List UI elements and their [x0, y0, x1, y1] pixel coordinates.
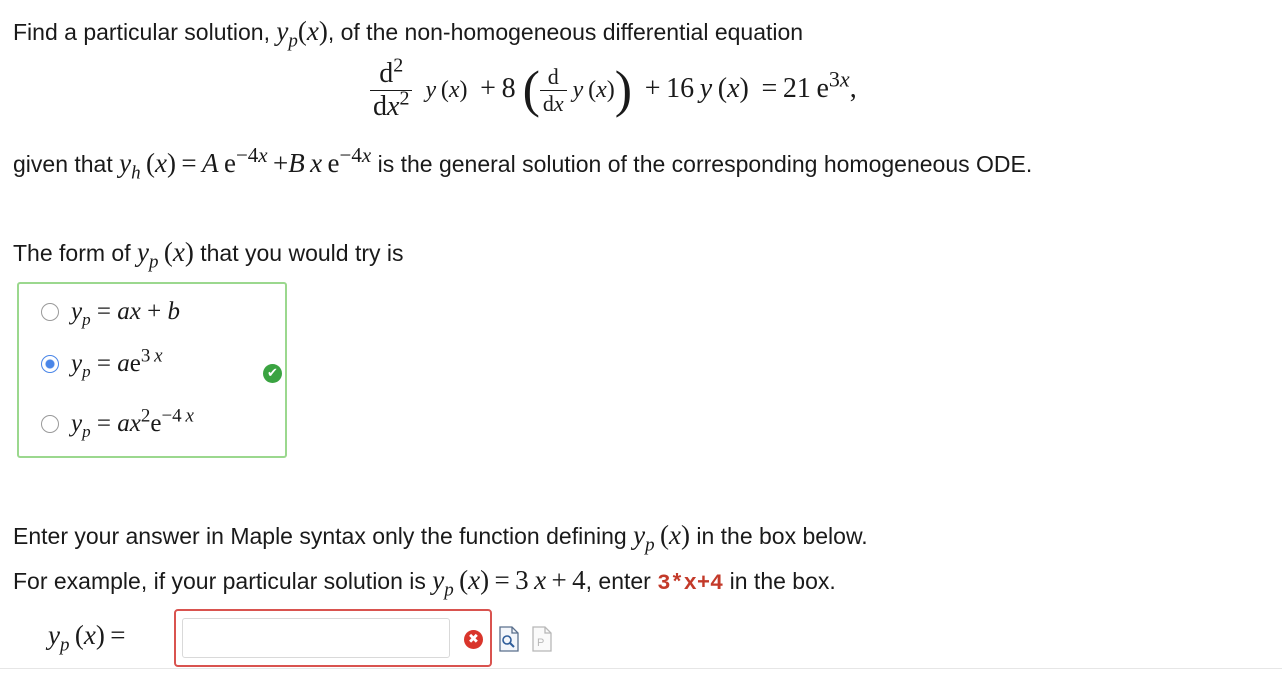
preview-document-icon[interactable]	[498, 626, 520, 652]
answer-label: yp (x) =	[48, 620, 126, 656]
given-prefix: given that	[13, 151, 120, 177]
first-derivative-operator: d dx	[539, 64, 567, 117]
choice-option-1[interactable]: yp = ax + b	[41, 298, 180, 329]
check-circle-icon: ✔	[263, 364, 282, 383]
math-yp-of-x: yp(x)	[276, 16, 328, 52]
y-coefficient: 16	[666, 72, 695, 104]
choice-option-3[interactable]: yp = ax2e−4 x	[41, 405, 194, 441]
choice-group: yp = ax + b yp = ae3 x yp = ax2e−4 x ✔	[17, 282, 287, 458]
answer-input-container	[174, 609, 492, 667]
differential-equation: d2 dx2 y (x) + 8 ( d dx y (x)) + 16 y (x…	[370, 56, 857, 123]
first-derivative-coefficient: 8	[501, 72, 516, 104]
instruction-1-after: in the box below.	[689, 523, 868, 549]
instruction-2-mid: , enter	[585, 568, 658, 594]
svg-text:P: P	[537, 637, 544, 649]
choice-label: yp = ax2e−4 x	[71, 405, 194, 441]
instruction-1-before: Enter your answer in Maple syntax only t…	[13, 523, 634, 549]
choice-option-2[interactable]: yp = ae3 x	[41, 345, 163, 381]
form-prompt: The form of yp (x) that you would try is	[13, 237, 404, 273]
prompt-line-1-before: Find a particular solution,	[13, 19, 277, 45]
math-homogeneous-solution: yh (x) = A e−4x +B x e−4x	[119, 143, 372, 184]
example-code: 3*x+4	[657, 571, 724, 596]
answer-input[interactable]	[182, 618, 450, 658]
form-prompt-after: that you would try is	[193, 240, 404, 266]
radio-button-selected[interactable]	[41, 355, 59, 373]
math-example-solution: yp (x) = 3 x + 4	[432, 565, 586, 601]
prompt-line-1-after: , of the non-homogeneous differential eq…	[327, 19, 804, 45]
paste-document-icon[interactable]: P	[531, 626, 553, 652]
instruction-line-1: Enter your answer in Maple syntax only t…	[13, 520, 868, 556]
given-suffix: is the general solution of the correspon…	[371, 151, 1033, 177]
given-line: given that yh (x) = A e−4x +B x e−4x is …	[13, 143, 1033, 184]
instruction-2-before: For example, if your particular solution…	[13, 568, 433, 594]
second-derivative-operator: d2 dx2	[370, 56, 413, 123]
instruction-line-2: For example, if your particular solution…	[13, 565, 836, 601]
rhs-coefficient: 21	[782, 72, 811, 104]
radio-button[interactable]	[41, 415, 59, 433]
prompt-line-1: Find a particular solution, yp(x), of th…	[13, 16, 804, 52]
form-prompt-before: The form of	[13, 240, 137, 266]
x-circle-icon: ✖	[464, 630, 483, 649]
instruction-2-after: in the box.	[723, 568, 836, 594]
bottom-divider	[0, 668, 1282, 669]
choice-label: yp = ae3 x	[71, 345, 163, 381]
choice-label: yp = ax + b	[71, 298, 180, 329]
math-yp-of-x: yp (x)	[136, 237, 194, 273]
radio-button[interactable]	[41, 303, 59, 321]
math-yp-of-x: yp (x)	[633, 520, 690, 556]
